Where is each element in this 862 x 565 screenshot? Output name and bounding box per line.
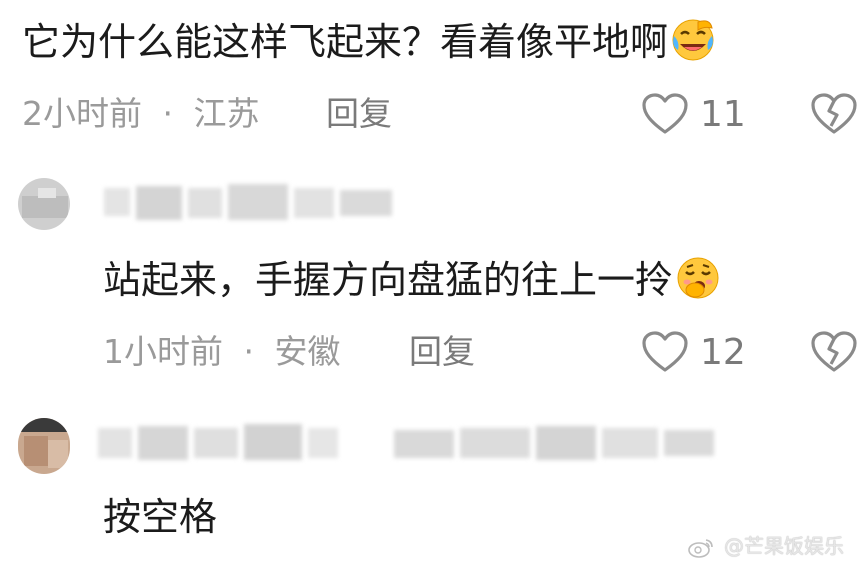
broken-heart-icon: [810, 331, 858, 378]
comment-1-text: 它为什么能这样飞起来？看着像平地啊: [22, 16, 716, 73]
heart-icon: [641, 331, 689, 378]
comment-2-reply-button[interactable]: 回复: [409, 332, 475, 372]
comment-1-time: 2小时前: [22, 94, 142, 133]
comment-1-meta: 2小时前 · 江苏: [22, 94, 260, 134]
meta-separator: ·: [243, 332, 255, 371]
comment-2-dislike-button[interactable]: [810, 330, 858, 378]
broken-heart-icon: [810, 93, 858, 140]
heart-icon: [641, 93, 689, 140]
watermark: @芒果饭娱乐: [687, 530, 844, 559]
comment-1-reply-button[interactable]: 回复: [326, 94, 392, 134]
comment-2-like-button[interactable]: [641, 330, 689, 378]
comment-2-time: 1小时前: [103, 332, 223, 371]
comment-1-dislike-button[interactable]: [810, 92, 858, 140]
comment-2-text-body: 站起来，手握方向盘猛的往上一拎: [103, 258, 674, 302]
comment-2-location: 安徽: [274, 332, 341, 371]
laughing-crying-face-icon: [670, 16, 716, 73]
avatar: [18, 418, 70, 474]
comment-1-text-body: 它为什么能这样飞起来？看着像平地啊: [22, 20, 669, 64]
comment-2-like-count: 12: [700, 332, 746, 373]
weibo-logo-icon: [687, 534, 720, 558]
comment-2-text: 站起来，手握方向盘猛的往上一拎: [103, 254, 721, 311]
yawning-face-icon: [675, 254, 721, 311]
comment-3-text: 按空格: [103, 495, 218, 539]
blurred-user-info: [18, 178, 398, 230]
comment-1-like-count: 11: [700, 94, 746, 135]
comment-2-meta: 1小时前 · 安徽: [103, 332, 341, 372]
avatar: [18, 178, 70, 230]
watermark-text: @芒果饭娱乐: [724, 534, 844, 558]
blurred-user-info: [18, 418, 718, 474]
comment-1-like-button[interactable]: [641, 92, 689, 140]
meta-separator: ·: [162, 94, 174, 133]
comment-1-location: 江苏: [193, 94, 260, 133]
